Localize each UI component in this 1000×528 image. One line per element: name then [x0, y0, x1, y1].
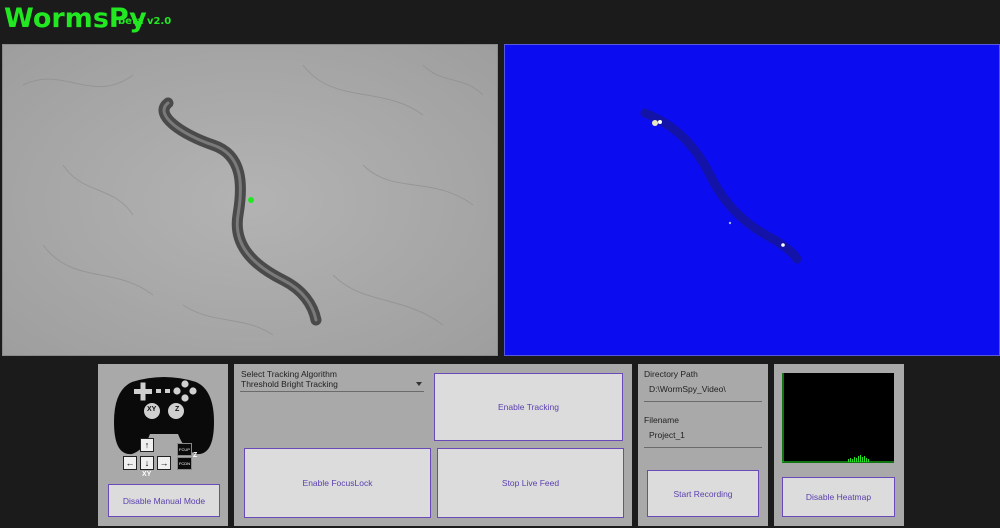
heatmap-histogram [782, 373, 894, 463]
enable-tracking-button[interactable]: Enable Tracking [434, 373, 623, 441]
z-stick-label: Z [175, 406, 180, 413]
dpad-up-button[interactable]: ↑ [140, 438, 154, 452]
tracking-algorithm-value: Threshold Bright Tracking [241, 379, 338, 389]
tracking-point-marker [248, 197, 254, 203]
tracking-panel: Select Tracking Algorithm Threshold Brig… [234, 364, 632, 526]
fluorescence-camera-feed [504, 44, 1000, 356]
enable-focuslock-button[interactable]: Enable FocusLock [244, 448, 431, 518]
filename-label: Filename [644, 415, 679, 425]
heatmap-panel: Disable Heatmap [774, 364, 904, 526]
directory-path-value: D:\WormSpy_Video\ [649, 384, 726, 394]
arrow-right-icon: → [159, 458, 169, 468]
dpad-down-button[interactable]: ↓ [140, 456, 154, 470]
dpad-right-button[interactable]: → [157, 456, 171, 470]
dpad-label: XY [142, 471, 152, 478]
app-version: beta v2.0 [118, 16, 172, 27]
filename-underline [644, 447, 762, 448]
recording-panel: Directory Path D:\WormSpy_Video\ Filenam… [638, 364, 768, 526]
brightfield-image [3, 45, 497, 355]
dpad-left-button[interactable]: ← [123, 456, 137, 470]
chevron-down-icon [416, 382, 422, 386]
gamepad-icon [114, 377, 214, 455]
select-underline [240, 391, 424, 392]
stop-live-feed-button[interactable]: Stop Live Feed [437, 448, 624, 518]
fcdn-label: FCDN [178, 461, 191, 466]
start-recording-button[interactable]: Start Recording [647, 470, 759, 517]
directory-path-input[interactable]: D:\WormSpy_Video\ [644, 380, 762, 402]
brightfield-camera-feed [2, 44, 498, 356]
directory-underline [644, 401, 762, 402]
tracking-algorithm-select[interactable]: Threshold Bright Tracking [240, 378, 424, 392]
arrow-left-icon: ← [125, 458, 135, 468]
filename-input[interactable]: Project_1 [644, 426, 762, 448]
arrow-down-icon: ↓ [144, 458, 150, 468]
focus-down-button[interactable]: FCDN [177, 457, 192, 470]
fcup-label: FCUP [179, 447, 190, 452]
title-bar: WormsPy beta v2.0 [0, 0, 1000, 42]
disable-manual-mode-button[interactable]: Disable Manual Mode [108, 484, 220, 517]
fluorescence-image [505, 45, 999, 355]
disable-heatmap-button[interactable]: Disable Heatmap [782, 477, 895, 517]
manual-control-panel: XY Z ↑ ← ↓ → XY FCUP FCDN Z Disable Manu… [98, 364, 228, 526]
arrow-up-icon: ↑ [144, 440, 150, 450]
focus-up-button[interactable]: FCUP [177, 443, 192, 456]
xy-stick-label: XY [147, 406, 157, 413]
directory-path-label: Directory Path [644, 369, 698, 379]
z-side-label: Z [193, 452, 198, 459]
filename-value: Project_1 [649, 430, 685, 440]
